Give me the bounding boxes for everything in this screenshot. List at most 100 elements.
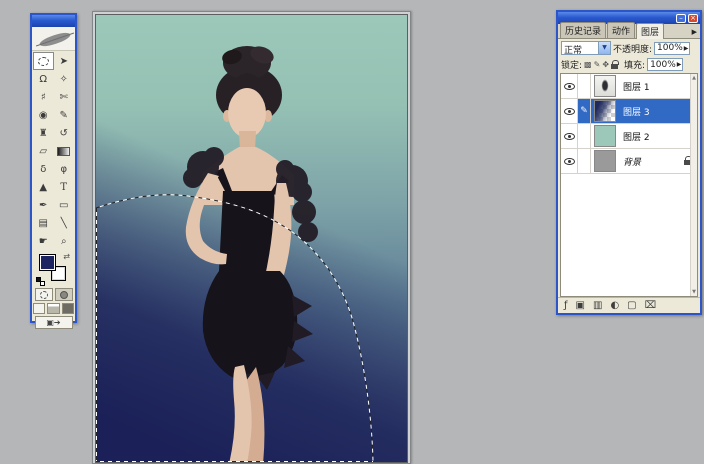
- lock-label: 锁定:: [561, 58, 582, 71]
- opacity-field[interactable]: 100% ▶: [654, 42, 690, 55]
- zoom-tool[interactable]: ⌕: [54, 232, 75, 250]
- lasso-icon: Ω: [39, 74, 47, 85]
- fullscreen-mode-button[interactable]: [62, 303, 74, 314]
- history-brush-icon: ↺: [60, 128, 68, 139]
- eyedropper-icon: ╲: [61, 218, 67, 229]
- layer-name: 图层 3: [623, 105, 650, 118]
- new-layer-icon[interactable]: ▢: [627, 300, 636, 311]
- notes-tool[interactable]: ▤: [33, 214, 54, 232]
- blend-mode-select[interactable]: 正常 ▼: [561, 41, 611, 55]
- layer-list: 图层 1 ✎ 图层 3 图层 2 背景 ▲ ▼: [560, 73, 698, 297]
- clone-stamp-tool[interactable]: ♜: [33, 124, 54, 142]
- layer-row-3[interactable]: ✎ 图层 3: [561, 99, 697, 124]
- panel-menu-arrow-icon[interactable]: ▶: [692, 28, 700, 38]
- pen-icon: ✒: [39, 200, 47, 211]
- layer-style-icon[interactable]: ƒ: [564, 300, 568, 311]
- eyedropper-tool[interactable]: ╲: [54, 214, 75, 232]
- chevron-down-icon[interactable]: ▼: [598, 42, 610, 54]
- shape-tool[interactable]: ▭: [54, 196, 75, 214]
- visibility-toggle[interactable]: [561, 124, 578, 148]
- link-cell[interactable]: [578, 124, 591, 148]
- elliptical-marquee-icon: [38, 57, 49, 66]
- gradient-tool[interactable]: [54, 142, 75, 160]
- adjustment-layer-icon[interactable]: ◐: [610, 300, 619, 311]
- toolbox-title-bar[interactable]: [32, 15, 75, 27]
- opacity-value: 100%: [657, 43, 683, 53]
- layer-row-2[interactable]: 图层 2: [561, 124, 697, 149]
- quick-mask-icon: [60, 291, 68, 299]
- standard-screen-mode-button[interactable]: [33, 303, 45, 314]
- move-tool[interactable]: ➤: [54, 52, 74, 70]
- hand-tool[interactable]: ☛: [33, 232, 54, 250]
- history-brush-tool[interactable]: ↺: [54, 124, 75, 142]
- document-window: [92, 11, 411, 464]
- link-cell[interactable]: [578, 149, 591, 173]
- minimize-button[interactable]: –: [676, 14, 686, 23]
- foreground-color-swatch[interactable]: [39, 254, 56, 271]
- blur-icon: δ: [40, 164, 46, 175]
- swap-colors-icon[interactable]: ⇄: [63, 252, 70, 261]
- magic-wand-tool[interactable]: ✧: [54, 70, 75, 88]
- close-button[interactable]: ×: [688, 14, 698, 23]
- feather-icon: [38, 29, 71, 49]
- layer-row-background[interactable]: 背景: [561, 149, 697, 174]
- visibility-toggle[interactable]: [561, 99, 578, 123]
- paintbrush-icon: ✎: [580, 106, 588, 116]
- selection-marching-ants: [96, 15, 408, 463]
- notes-icon: ▤: [39, 218, 48, 229]
- type-tool[interactable]: T: [54, 178, 75, 196]
- fullscreen-menubar-mode-button[interactable]: [47, 303, 59, 314]
- healing-brush-icon: ◉: [39, 110, 48, 121]
- link-cell[interactable]: [578, 74, 591, 98]
- opacity-label: 不透明度:: [613, 42, 652, 55]
- new-set-icon[interactable]: ▥: [593, 300, 602, 311]
- tab-history[interactable]: 历史记录: [560, 22, 606, 38]
- healing-brush-tool[interactable]: ◉: [33, 106, 54, 124]
- elliptical-marquee-tool[interactable]: [33, 52, 54, 70]
- layer-name: 图层 1: [623, 80, 650, 93]
- eye-icon: [564, 133, 575, 140]
- tab-actions[interactable]: 动作: [607, 22, 635, 38]
- tab-layers[interactable]: 图层: [636, 23, 664, 39]
- eye-icon: [564, 158, 575, 165]
- panel-tabs: 历史记录 动作 图层 ▶: [558, 24, 700, 39]
- eraser-tool[interactable]: ▱: [33, 142, 54, 160]
- layer-mask-icon[interactable]: ▣: [576, 300, 585, 311]
- slice-icon: ✄: [60, 92, 68, 103]
- clone-stamp-icon: ♜: [39, 128, 48, 139]
- toolbox-window: ➤ Ω ✧ ♯ ✄ ◉ ✎ ♜ ↺ ▱ δ φ ▲ T ✒: [30, 13, 77, 323]
- opacity-spinner-icon[interactable]: ▶: [684, 45, 689, 52]
- scroll-up-icon[interactable]: ▲: [691, 75, 697, 81]
- layer-row-1[interactable]: 图层 1: [561, 74, 697, 99]
- scroll-down-icon[interactable]: ▼: [691, 289, 697, 295]
- slice-tool[interactable]: ✄: [54, 88, 75, 106]
- crop-tool[interactable]: ♯: [33, 88, 54, 106]
- jump-to-imageready-button[interactable]: ▣➔: [35, 316, 73, 329]
- delete-layer-icon[interactable]: ⌧: [645, 300, 657, 311]
- path-selection-tool[interactable]: ▲: [33, 178, 54, 196]
- canvas[interactable]: [95, 14, 408, 463]
- lock-paint-icon[interactable]: ✎: [594, 60, 601, 69]
- layer-thumbnail: [594, 100, 616, 122]
- layer-list-scrollbar[interactable]: ▲ ▼: [690, 74, 697, 296]
- lock-transparency-icon[interactable]: ▩: [584, 60, 592, 69]
- quick-mask-mode-button[interactable]: [55, 288, 73, 301]
- move-icon: ➤: [60, 56, 68, 67]
- standard-mode-button[interactable]: [35, 288, 53, 301]
- eye-icon: [564, 83, 575, 90]
- dodge-tool[interactable]: φ: [54, 160, 75, 178]
- pen-tool[interactable]: ✒: [33, 196, 54, 214]
- brush-tool[interactable]: ✎: [54, 106, 75, 124]
- visibility-toggle[interactable]: [561, 74, 578, 98]
- lock-position-icon[interactable]: ✥: [602, 60, 609, 69]
- layer-name: 背景: [623, 155, 641, 168]
- type-icon: T: [60, 182, 67, 193]
- gradient-icon: [57, 147, 70, 156]
- fill-field[interactable]: 100% ▶: [647, 58, 683, 71]
- visibility-toggle[interactable]: [561, 149, 578, 173]
- fill-spinner-icon[interactable]: ▶: [677, 61, 682, 68]
- lock-all-icon[interactable]: [611, 64, 618, 69]
- default-colors-icon[interactable]: [36, 277, 45, 286]
- lasso-tool[interactable]: Ω: [33, 70, 54, 88]
- blur-tool[interactable]: δ: [33, 160, 54, 178]
